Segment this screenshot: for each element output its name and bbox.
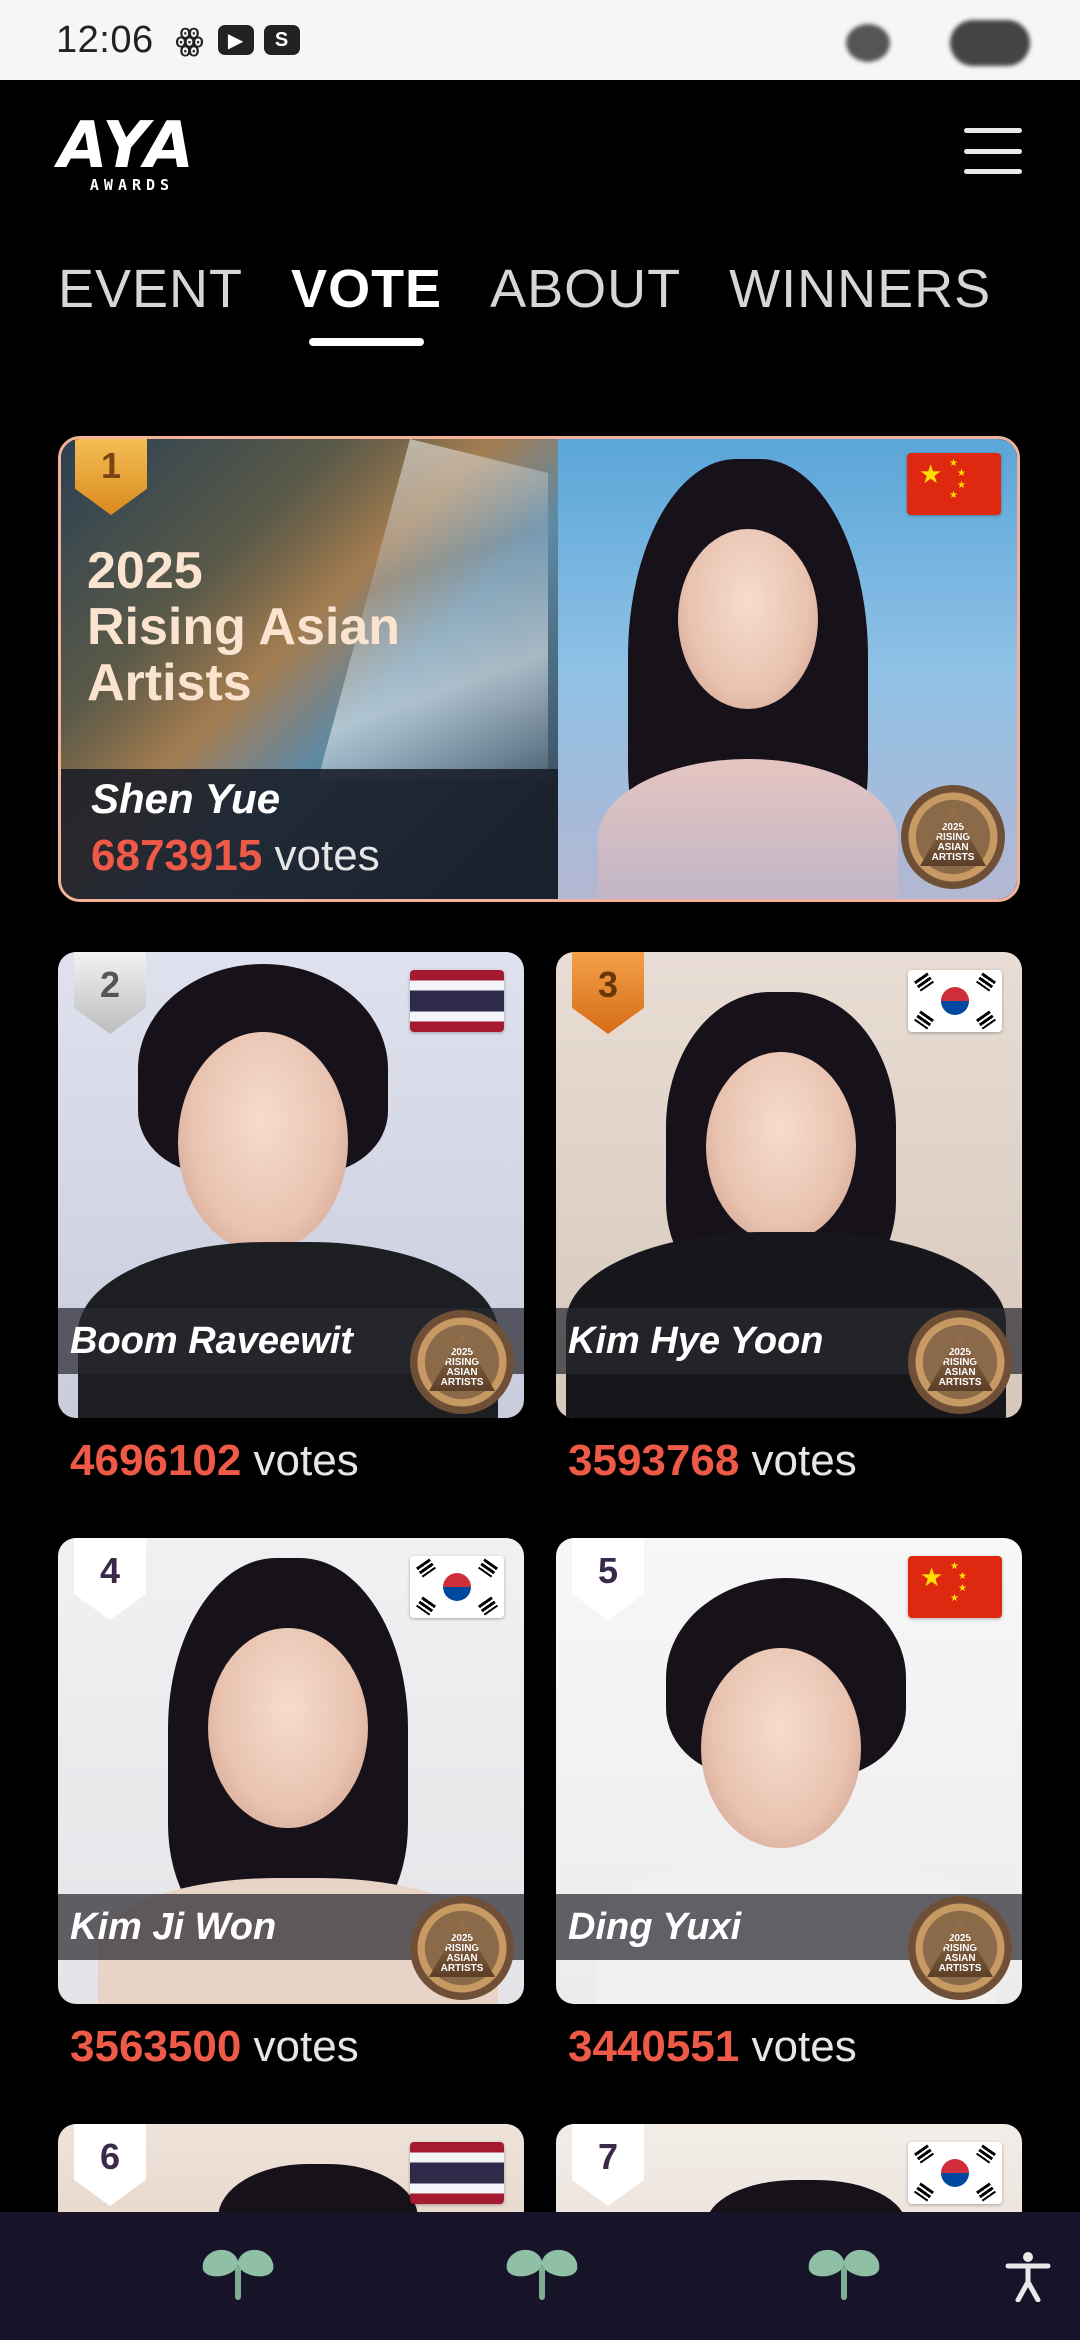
candidate-card[interactable]: 5 ★ ★ ★ ★ ★ Ding Yuxi 2025 RISING ASIAN ARTI… [556,1538,1022,2004]
sprout-icon[interactable] [805,2244,883,2304]
vote-number: 3563500 [70,2022,242,2071]
candidate-name: Shen Yue [91,775,281,822]
award-seal-icon: 2025 RISING ASIAN ARTISTS [410,1896,514,2000]
status-time: 12:06 [56,18,154,61]
vote-label: votes [253,2022,359,2071]
candidate-name: Boom Raveewit [70,1319,353,1362]
battery-icon [950,20,1030,66]
s-app-icon: S [263,25,300,55]
sprout-icon[interactable] [503,2244,581,2304]
featured-info-bar: Shen Yue 6873915 votes [61,769,558,899]
vote-count: 3440551 votes [568,2022,857,2072]
south-korea-flag-icon [908,970,1002,1032]
vote-number: 6873915 [91,831,263,880]
candidate-name: Ding Yuxi [568,1905,742,1948]
bottom-navigation-bar [0,2212,1080,2340]
featured-candidate-card[interactable]: 1 2025 Rising Asian Artists Shen Yue 687… [58,436,1020,902]
south-korea-flag-icon [908,2142,1002,2204]
tab-about[interactable]: ABOUT [490,258,681,320]
sprout-icon[interactable] [199,2244,277,2304]
candidate-name: Kim Ji Won [70,1905,277,1948]
tab-winners[interactable]: WINNERS [729,258,991,320]
status-system-icons [846,20,1030,66]
award-seal-icon: 2025 RISING ASIAN ARTISTS [908,1310,1012,1414]
china-flag-icon: ★ ★ ★ ★ ★ [907,453,1001,515]
weibo-icon: ꙮ [175,23,204,57]
vote-count: 4696102 votes [70,1436,359,1486]
rank-badge: 6 [74,2124,146,2206]
vote-label: votes [274,831,380,880]
tab-vote[interactable]: VOTE [291,258,442,346]
award-seal-icon: 2025 RISING ASIAN ARTISTS [410,1310,514,1414]
vote-number: 3440551 [568,2022,740,2071]
candidate-card[interactable]: 2 Boom Raveewit 2025 RISING ASIAN ARTIST… [58,952,524,1418]
rank-badge: 5 [572,1538,644,1620]
candidate-name: Kim Hye Yoon [568,1319,824,1362]
vote-number: 4696102 [70,1436,242,1485]
title-line: Artists [87,654,252,712]
rank-badge: 7 [572,2124,644,2206]
vote-number: 3593768 [568,1436,740,1485]
title-line: 2025 [87,542,203,600]
youtube-icon: ▶ [217,25,254,55]
vote-label: votes [751,2022,857,2071]
hamburger-icon[interactable] [964,128,1022,174]
vote-count: 3563500 votes [70,2022,359,2072]
aya-awards-logo[interactable]: AYA AWARDS [58,109,210,194]
vote-count: 6873915 votes [91,831,558,881]
thailand-flag-icon [410,970,504,1032]
tab-event[interactable]: EVENT [58,258,243,320]
china-flag-icon: ★ ★ ★ ★ ★ [908,1556,1002,1618]
status-bar: 12:06 ꙮ ▶ S [0,0,1080,80]
featured-title: 2025 Rising Asian Artists [87,543,400,711]
award-seal-icon: 2025 RISING ASIAN ARTISTS [901,785,1005,889]
award-seal-icon: 2025 RISING ASIAN ARTISTS [908,1896,1012,2000]
logo-main-text: AYA [58,109,196,183]
rank-badge: 4 [74,1538,146,1620]
app-header: AYA AWARDS [0,80,1080,230]
featured-banner: 1 2025 Rising Asian Artists Shen Yue 687… [61,439,558,899]
signal-icon [846,24,890,62]
accessibility-icon[interactable] [1004,2250,1052,2303]
title-line: Rising Asian [87,598,401,656]
rank-badge: 3 [572,952,644,1034]
vote-label: votes [253,1436,359,1485]
main-tabs: EVENT VOTE ABOUT WINNERS [58,258,991,346]
vote-label: votes [751,1436,857,1485]
south-korea-flag-icon [410,1556,504,1618]
thailand-flag-icon [410,2142,504,2204]
candidate-card[interactable]: 4 Kim Ji Won 2025 RISING ASIAN ARTISTS [58,1538,524,2004]
rank-badge: 1 [75,439,147,515]
candidate-card[interactable]: 3 Kim Hye Yoon 2025 RISING ASIAN ARTISTS [556,952,1022,1418]
status-notification-icons: ꙮ ▶ S [172,23,300,57]
rank-badge: 2 [74,952,146,1034]
candidate-photo: ★ ★ ★ ★ ★ 2025 RISING ASIAN ARTISTS [558,439,1017,899]
vote-count: 3593768 votes [568,1436,857,1486]
